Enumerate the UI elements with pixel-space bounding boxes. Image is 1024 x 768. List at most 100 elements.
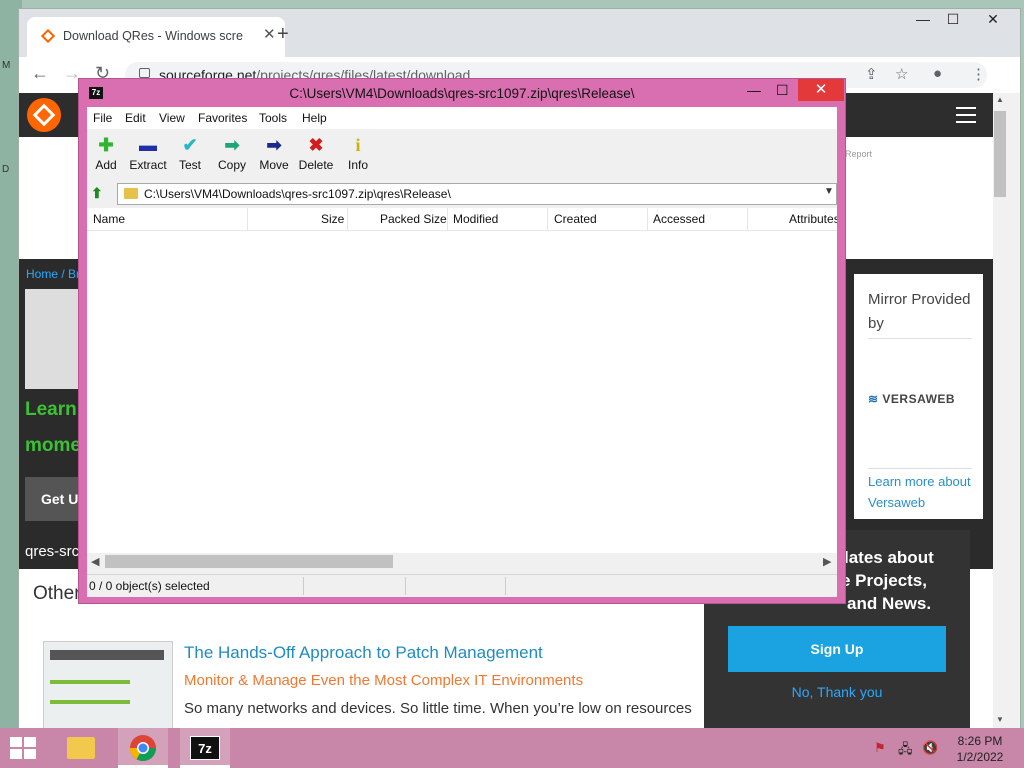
horizontal-scrollbar-thumb[interactable] [105,555,393,568]
sevenzip-titlebar[interactable]: 7z C:\Users\VM4\Downloads\qres-src1097.z… [79,79,845,107]
ad-thumbnail[interactable] [43,641,173,729]
breadcrumb[interactable]: Home / Br [26,267,80,281]
status-text: 0 / 0 object(s) selected [89,579,210,593]
file-list[interactable]: Name Size Packed Size Modified Created A… [87,208,837,553]
sevenzip-minimize-button[interactable]: — [747,82,761,98]
tab-close-icon[interactable]: ✕ [263,25,276,43]
menu-view[interactable]: View [159,111,185,125]
horizontal-scrollbar[interactable]: ◀ ▶ [87,553,837,570]
status-bar: 0 / 0 object(s) selected [87,574,837,597]
lock-icon[interactable] [139,68,150,78]
versaweb-logo-text: VERSAWEB [882,392,956,406]
sevenzip-maximize-button[interactable]: ☐ [776,82,789,99]
column-divider[interactable] [347,208,348,230]
scroll-up-icon[interactable]: ▲ [996,95,1004,104]
tab-title: Download QRes - Windows scre [63,29,243,43]
copy-icon: ➡ [224,135,240,155]
desktop-icon-label[interactable]: M [2,60,10,71]
profile-avatar-icon[interactable]: ● [933,65,942,82]
delete-button[interactable]: ✖ Delete [295,132,337,172]
network-icon[interactable]: 🖧 [898,740,913,762]
sign-up-button[interactable]: Sign Up [728,626,946,672]
scroll-down-icon[interactable]: ▼ [996,715,1004,724]
test-button[interactable]: ✔ Test [169,132,211,172]
sevenzip-close-button[interactable]: ✕ [798,79,844,101]
column-accessed[interactable]: Accessed [653,212,705,226]
share-icon[interactable]: ⇪ [865,65,878,83]
menu-tools[interactable]: Tools [259,111,287,125]
column-divider[interactable] [747,208,748,230]
scrollbar-thumb[interactable] [994,111,1006,197]
sourceforge-favicon-icon [41,29,55,43]
system-clock[interactable]: 8:26 PM 1/2/2022 [950,733,1010,765]
page-scrollbar[interactable]: ▲ ▼ [993,93,1020,729]
column-divider[interactable] [547,208,548,230]
volume-muted-icon[interactable]: 🔇 [922,740,938,756]
status-divider [303,577,304,595]
hamburger-menu-icon[interactable] [956,107,976,109]
chrome-taskbar-button[interactable] [118,728,168,768]
menu-file[interactable]: File [93,111,112,125]
sevenzip-window: 7z C:\Users\VM4\Downloads\qres-src1097.z… [78,78,846,604]
info-button[interactable]: i Info [337,132,379,172]
newsletter-text-line: lates about [844,548,934,567]
file-list-header: Name Size Packed Size Modified Created A… [87,208,837,231]
scroll-right-icon[interactable]: ▶ [823,555,831,568]
column-attributes[interactable]: Attributes [789,212,837,226]
column-divider[interactable] [247,208,248,230]
versaweb-wing-icon: ≋ [868,392,879,406]
add-label: Add [95,158,117,172]
column-divider[interactable] [447,208,448,230]
sourceforge-logo-icon[interactable] [27,98,61,132]
windows-start-icon[interactable] [10,737,38,759]
move-icon: ➡ [266,135,282,155]
moment-text: mome [25,435,81,456]
menu-help[interactable]: Help [302,111,327,125]
delete-icon: ✖ [308,135,324,155]
desktop-icon-label[interactable]: D [2,164,9,175]
get-updates-button[interactable]: Get U [25,477,81,521]
sevenzip-taskbar-icon: 7z [190,736,220,760]
bookmark-star-icon[interactable]: ☆ [895,65,908,83]
column-created[interactable]: Created [554,212,597,226]
file-explorer-taskbar-button[interactable] [56,728,106,768]
folder-up-icon[interactable]: ⬆ [91,185,103,202]
chrome-icon [129,735,157,762]
path-text: C:\Users\VM4\Downloads\qres-src1097.zip\… [144,187,451,201]
column-packed-size[interactable]: Packed Size [380,212,447,226]
column-divider[interactable] [647,208,648,230]
project-file-label: qres-src [25,543,80,560]
menu-kebab-icon[interactable]: ⋮ [971,65,986,83]
extract-button[interactable]: ▬ Extract [127,132,169,172]
browser-tab[interactable]: Download QRes - Windows scre ✕ [27,17,285,57]
back-button[interactable]: ← [31,63,49,84]
browser-maximize-button[interactable]: ☐ [933,11,973,28]
add-button[interactable]: ✚ Add [85,132,127,172]
scroll-left-icon[interactable]: ◀ [91,555,99,568]
ad-title-link[interactable]: The Hands-Off Approach to Patch Manageme… [184,643,543,663]
column-modified[interactable]: Modified [453,212,498,226]
extract-icon: ▬ [139,135,157,155]
menu-favorites[interactable]: Favorites [198,111,247,125]
chevron-down-icon[interactable]: ▼ [824,186,834,197]
report-link[interactable]: Report [845,149,872,159]
no-thanks-link[interactable]: No, Thank you [728,684,946,700]
versaweb-logo[interactable]: ≋ VERSAWEB [868,392,955,406]
move-button[interactable]: ➡ Move [253,132,295,172]
menu-edit[interactable]: Edit [125,111,146,125]
folder-icon [124,188,138,199]
move-label: Move [259,158,289,172]
browser-close-button[interactable]: ✕ [973,11,1013,28]
learn-text: Learn [25,399,77,420]
new-tab-button[interactable]: + [277,23,289,46]
sevenzip-taskbar-button[interactable]: 7z [180,728,230,768]
learn-more-versaweb-link[interactable]: Learn more about Versaweb [868,468,972,513]
column-name[interactable]: Name [93,212,125,226]
path-combobox[interactable]: C:\Users\VM4\Downloads\qres-src1097.zip\… [117,183,837,205]
column-size[interactable]: Size [321,212,344,226]
clock-time: 8:26 PM [957,734,1003,748]
thumbnail-bar [50,700,130,704]
action-center-flag-icon[interactable]: ⚑ [874,740,886,756]
thumbnail-bar [50,680,130,684]
copy-button[interactable]: ➡ Copy [211,132,253,172]
